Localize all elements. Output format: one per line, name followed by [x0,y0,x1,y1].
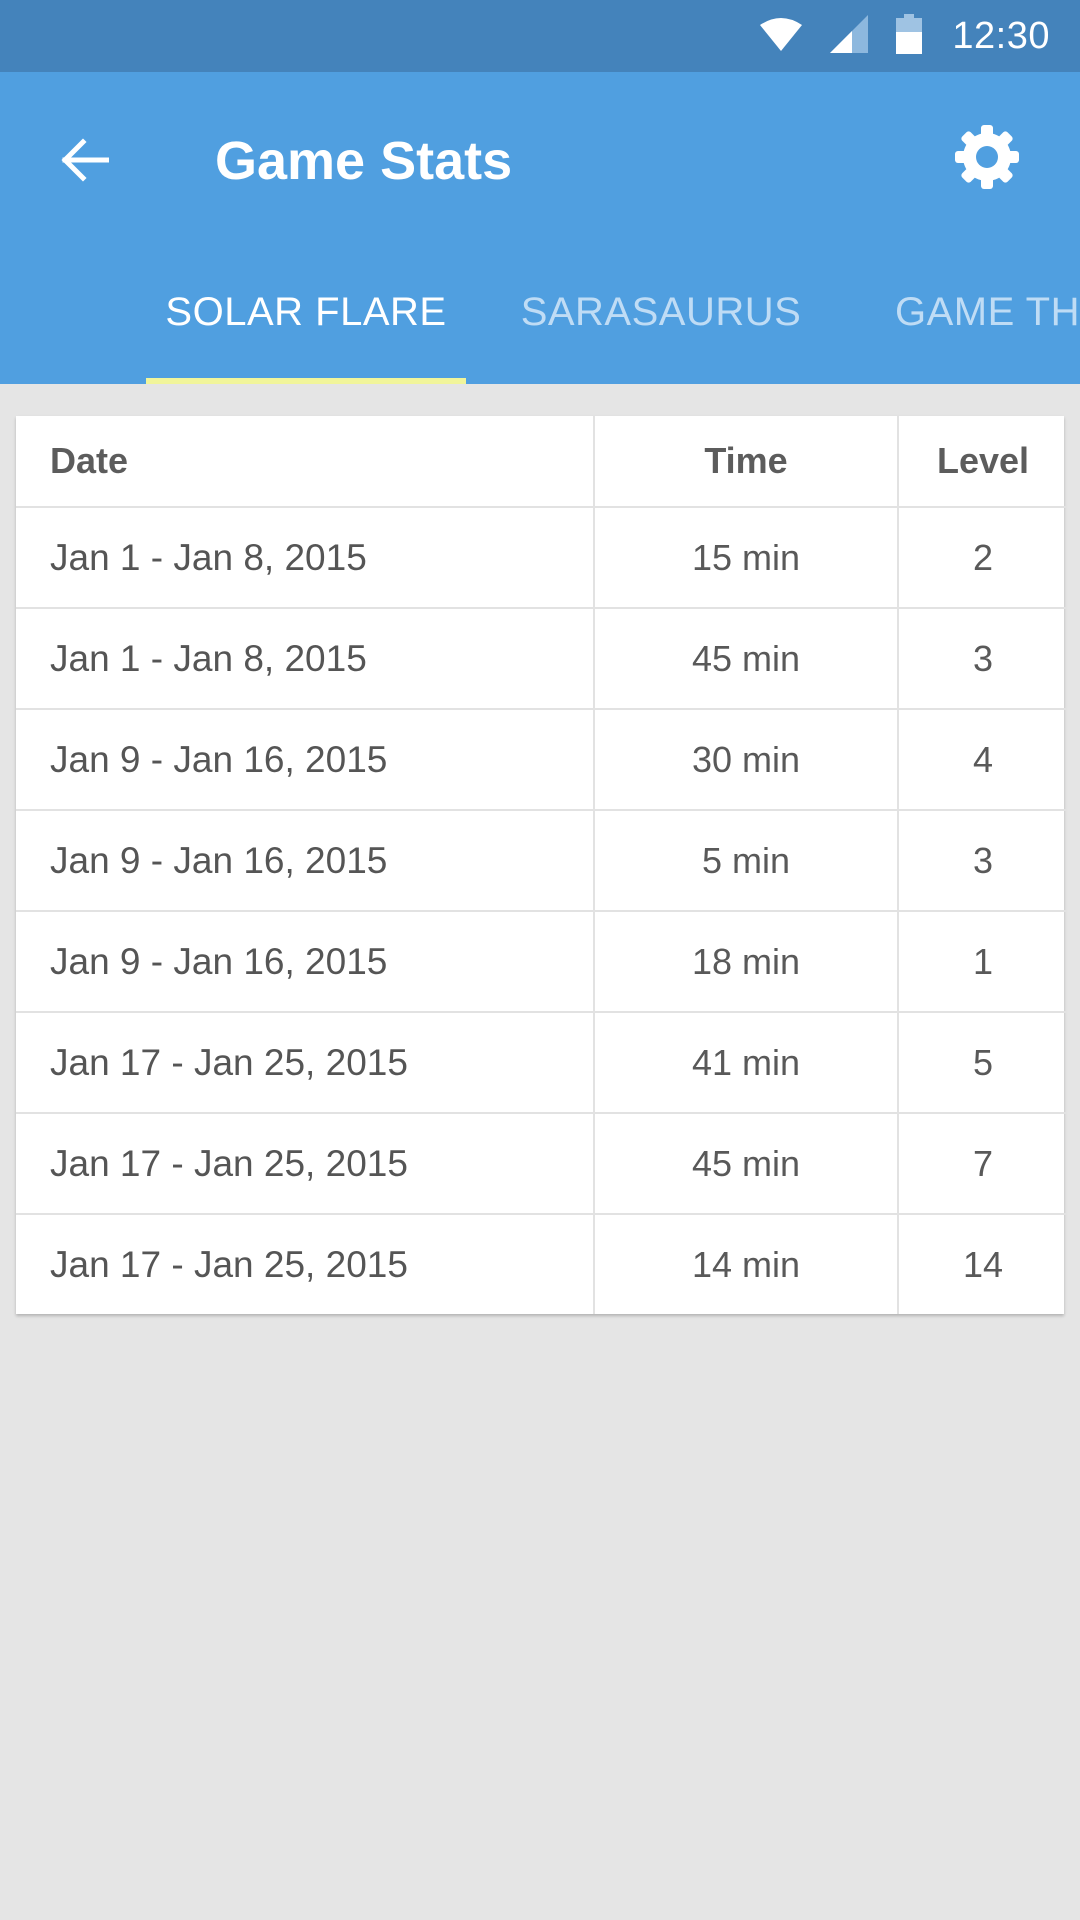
table-row: Jan 17 - Jan 25, 2015 45 min 7 [16,1113,1067,1215]
tab-game-th[interactable]: GAME TH [880,240,1080,384]
table-row: Jan 9 - Jan 16, 2015 5 min 3 [16,810,1067,912]
cell-level: 2 [898,507,1067,609]
cell-date: Jan 9 - Jan 16, 2015 [16,709,595,811]
status-time: 12:30 [952,14,1050,57]
table-row: Jan 17 - Jan 25, 2015 14 min 14 [16,1214,1067,1314]
cell-level: 1 [898,911,1067,1013]
cell-date: Jan 1 - Jan 8, 2015 [16,507,595,609]
header-date: Date [16,416,595,508]
gear-icon [955,124,1019,194]
cell-date: Jan 17 - Jan 25, 2015 [16,1113,595,1215]
table-row: Jan 9 - Jan 16, 2015 30 min 4 [16,709,1067,811]
cell-signal-icon [830,14,869,58]
wifi-icon [760,17,803,56]
arrow-back-icon [61,137,110,187]
settings-button[interactable] [950,122,1024,196]
tab-sarasaurus[interactable]: SARASAURUS [516,240,806,384]
page-title: Game Stats [215,131,513,191]
cell-date: Jan 17 - Jan 25, 2015 [16,1012,595,1114]
cell-time: 5 min [594,810,899,912]
back-button[interactable] [50,127,120,197]
app-bar: Game Stats SOLAR FLARE SARASAURUS GAME T… [0,72,1080,384]
table-row: Jan 17 - Jan 25, 2015 41 min 5 [16,1012,1067,1114]
header-time: Time [594,416,899,508]
battery-icon [896,13,923,59]
stats-table: Date Time Level Jan 1 - Jan 8, 2015 15 m… [16,416,1067,1314]
cell-level: 7 [898,1113,1067,1215]
cell-level: 14 [962,1243,1004,1285]
cell-time: 30 min [594,709,899,811]
cell-time: 45 min [594,1113,899,1215]
tab-bar: SOLAR FLARE SARASAURUS GAME TH [0,240,1080,384]
table-header-row: Date Time Level [16,416,1067,508]
cell-level: 3 [898,608,1067,710]
header-level: Level [898,416,1067,508]
cell-level: 4 [898,709,1067,811]
cell-time: 15 min [594,507,899,609]
stats-table-card: Date Time Level Jan 1 - Jan 8, 2015 15 m… [16,416,1067,1314]
tab-solar-flare[interactable]: SOLAR FLARE [146,240,466,384]
cell-date: Jan 1 - Jan 8, 2015 [16,608,595,710]
cell-time: 41 min [594,1012,899,1114]
cell-date: Jan 17 - Jan 25, 2015 [16,1214,595,1314]
status-bar: 12:30 [0,0,1080,72]
cell-time: 14 min [594,1214,899,1314]
cell-time: 45 min [594,608,899,710]
cell-date: Jan 9 - Jan 16, 2015 [16,911,595,1013]
cell-date: Jan 9 - Jan 16, 2015 [16,810,595,912]
table-row: Jan 9 - Jan 16, 2015 18 min 1 [16,911,1067,1013]
cell-time: 18 min [594,911,899,1013]
tab-indicator [146,378,466,384]
table-row: Jan 1 - Jan 8, 2015 45 min 3 [16,608,1067,710]
table-row: Jan 1 - Jan 8, 2015 15 min 2 [16,507,1067,609]
cell-level: 5 [898,1012,1067,1114]
cell-level: 3 [898,810,1067,912]
